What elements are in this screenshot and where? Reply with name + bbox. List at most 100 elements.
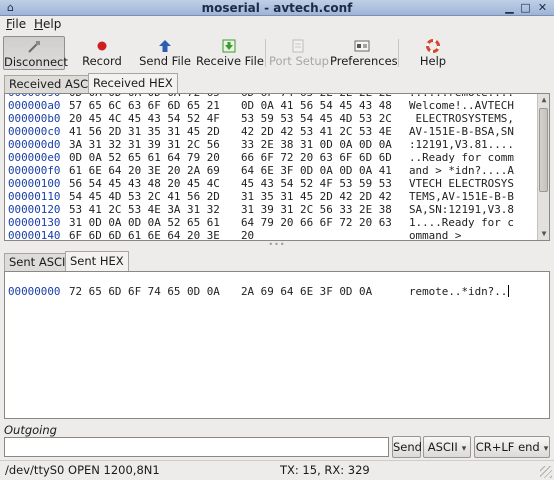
toolbar: Disconnect Record Send File Receive File [0, 36, 554, 70]
send-file-button[interactable]: Send File [138, 36, 192, 70]
menu-help-label: elp [43, 17, 62, 31]
scroll-up-icon[interactable]: ▲ [538, 94, 549, 106]
hex-row-hex-bytes-second: 53 59 53 54 45 4D 53 2C [241, 112, 392, 125]
close-icon[interactable]: ✕ [536, 1, 549, 14]
pane-splitter-handle[interactable]: ••• [265, 241, 289, 249]
send-button[interactable]: Send [392, 436, 422, 458]
hex-row-hex-bytes-first: 72 65 6D 6F 74 65 0D 0A [69, 285, 220, 298]
menu-file-label: ile [12, 17, 27, 31]
menu-help-accel: H [34, 17, 44, 31]
hex-row-address: 000000a0 [8, 99, 61, 112]
hex-row-ascii: ommand > [409, 229, 469, 241]
hex-row-ascii: and > *idn?....A [409, 164, 514, 177]
hex-row-address: 000000c0 [8, 125, 61, 138]
record-label: Record [82, 54, 122, 68]
preferences-label: Preferences [330, 54, 398, 68]
hex-row-address: 000000b0 [8, 112, 61, 125]
outgoing-label: Outgoing [4, 423, 57, 437]
hex-row-hex-bytes-first: 53 41 2C 53 4E 3A 31 32 [69, 203, 220, 216]
hex-row-address: 000000f0 [8, 164, 61, 177]
port-setup-button[interactable]: Port Setup [269, 36, 329, 70]
hex-row-address: 000000e0 [8, 151, 61, 164]
scroll-down-icon[interactable]: ▼ [538, 228, 549, 240]
toolbar-separator [265, 39, 266, 67]
window-title: moserial - avtech.conf [201, 1, 353, 15]
hex-row-ascii: TEMS,AV-151E-B-B [409, 190, 514, 203]
hex-row-hex-bytes-first: 20 45 4C 45 43 54 52 4F [69, 112, 220, 125]
hex-row-hex-bytes-first: 54 45 4D 53 2C 41 56 2D [69, 190, 220, 203]
port-status: /dev/ttyS0 OPEN 1200,8N1 [5, 463, 160, 477]
hex-row-address: 000000d0 [8, 138, 61, 151]
received-scroll-thumb[interactable] [539, 108, 548, 192]
toolbar-separator [398, 39, 399, 67]
hex-row-hex-bytes-second: 33 2E 38 31 0D 0A 0D 0A [241, 138, 392, 151]
preferences-icon [354, 39, 370, 53]
send-label: Send [393, 440, 422, 454]
hex-row-hex-bytes-second: 31 39 31 2C 56 33 2E 38 [241, 203, 392, 216]
hex-row-hex-bytes-first: 6F 6D 6D 61 6E 64 20 3E [69, 229, 220, 241]
hex-row-hex-bytes-second: 31 35 31 45 2D 42 2D 42 [241, 190, 392, 203]
help-button[interactable]: Help [410, 36, 456, 70]
chevron-down-icon: ▾ [543, 444, 549, 454]
port-setup-label: Port Setup [269, 54, 329, 68]
received-tab-bar: Received ASCII Received HEX [2, 73, 202, 93]
disconnect-button[interactable]: Disconnect [3, 36, 68, 70]
text-cursor [508, 285, 510, 297]
hex-row-ascii: ..Ready for comm [409, 151, 514, 164]
tx-rx-counters: TX: 15, RX: 329 [280, 463, 370, 477]
hex-row-address: 00000000 [8, 285, 61, 298]
hex-row-address: 00000120 [8, 203, 61, 216]
tab-sent-hex[interactable]: Sent HEX [65, 251, 129, 271]
app-window: ⌂ moserial - avtech.conf ▁ □ ✕ File Help… [0, 0, 554, 480]
line-end-select-value: CR+LF end [475, 440, 540, 454]
hex-row-ascii: remote..*idn?.. [409, 285, 510, 298]
tab-sent-ascii[interactable]: Sent ASCII [4, 253, 74, 271]
hex-row-ascii: ELECTROSYSTEMS, [409, 112, 514, 125]
line-end-select[interactable]: CR+LF end ▾ [474, 436, 550, 458]
format-select-value: ASCII [427, 440, 458, 454]
menu-file[interactable]: File [6, 17, 26, 31]
hex-row-ascii: Welcome!..AVTECH [409, 99, 514, 112]
received-hex-view[interactable]: 000000900D 0A 0D 0A 0D 0A 72 656D 6F 74 … [4, 93, 550, 241]
receive-file-button[interactable]: Receive File [196, 36, 264, 70]
maximize-icon[interactable]: □ [519, 1, 532, 14]
tab-received-hex[interactable]: Received HEX [88, 73, 178, 93]
upload-arrow-icon [157, 39, 173, 53]
hex-row-hex-bytes-second: 66 6F 72 20 63 6F 6D 6D [241, 151, 392, 164]
hex-row-ascii: SA,SN:12191,V3.8 [409, 203, 514, 216]
hex-row-hex-bytes-second: 64 6E 3F 0D 0A 0D 0A 41 [241, 164, 392, 177]
plug-icon [26, 40, 42, 54]
disconnect-label: Disconnect [4, 55, 68, 69]
port-setup-icon [290, 39, 306, 53]
receive-file-label: Receive File [196, 54, 264, 68]
menu-help[interactable]: Help [34, 17, 61, 31]
preferences-button[interactable]: Preferences [330, 36, 398, 70]
sent-hex-view[interactable]: 00000000 72 65 6D 6F 74 65 0D 0A 2A 69 64 … [4, 271, 550, 419]
status-bar: /dev/ttyS0 OPEN 1200,8N1 TX: 15, RX: 329 [0, 460, 554, 480]
format-select[interactable]: ASCII ▾ [423, 436, 471, 458]
hex-row-hex-bytes-first: 56 54 45 43 48 20 45 4C [69, 177, 220, 190]
hex-row-hex-bytes-first: 41 56 2D 31 35 31 45 2D [69, 125, 220, 138]
hex-row-address: 00000100 [8, 177, 61, 190]
title-bar: ⌂ moserial - avtech.conf ▁ □ ✕ [0, 0, 554, 16]
hex-row-ascii: VTECH ELECTROSYS [409, 177, 514, 190]
hex-row-hex-bytes-first: 31 0D 0A 0D 0A 52 65 61 [69, 216, 220, 229]
hex-row-ascii: 1....Ready for c [409, 216, 514, 229]
hex-row-ascii: AV-151E-B-BSA,SN [409, 125, 514, 138]
record-button[interactable]: Record [74, 36, 130, 70]
hex-row-hex-bytes-second: 20 [241, 229, 255, 241]
outgoing-input[interactable] [4, 437, 389, 457]
hex-row-hex-bytes-first: 3A 31 32 31 39 31 2C 56 [69, 138, 220, 151]
menu-bar: File Help [0, 16, 554, 34]
hex-row-hex-bytes-first: 61 6E 64 20 3E 20 2A 69 [69, 164, 220, 177]
hex-row-address: 00000130 [8, 216, 61, 229]
chevron-down-icon: ▾ [461, 444, 467, 454]
minimize-icon[interactable]: ▁ [503, 1, 516, 14]
hex-row-address: 00000140 [8, 229, 61, 241]
received-scrollbar[interactable]: ▲ ▼ [537, 94, 549, 240]
hex-row-hex-bytes-second: 0D 0A 41 56 54 45 43 48 [241, 99, 392, 112]
tab-received-ascii[interactable]: Received ASCII [4, 75, 100, 93]
hex-row-address: 00000110 [8, 190, 61, 203]
hex-row-ascii: :12191,V3.81.... [409, 138, 514, 151]
resize-grip-icon[interactable] [540, 466, 552, 478]
